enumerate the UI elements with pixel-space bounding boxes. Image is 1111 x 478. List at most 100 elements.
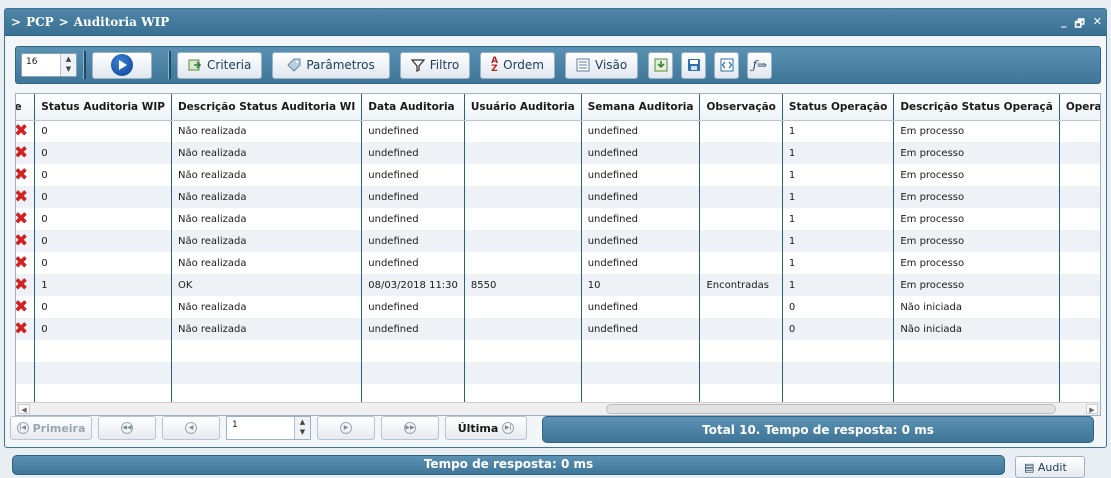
- table-cell: 10: [581, 274, 701, 296]
- delete-icon[interactable]: ✖: [16, 230, 36, 252]
- rewind-button[interactable]: ◀◀: [98, 416, 156, 440]
- page-size-stepper[interactable]: 16 ▲ ▼: [21, 53, 77, 77]
- column-header[interactable]: Usuário Auditoria: [464, 94, 582, 121]
- visao-button[interactable]: Visão: [565, 51, 639, 79]
- code-button[interactable]: [714, 51, 740, 79]
- table-row[interactable]: ✖ 0 Não realizada undefined undefined 1 Em pro…: [16, 186, 1100, 208]
- scroll-thumb[interactable]: [606, 404, 1056, 414]
- column-header[interactable]: Descrição Status Auditoria WI: [171, 94, 363, 121]
- column-header[interactable]: Status Auditoria WIP: [34, 94, 172, 121]
- audit-button[interactable]: ▤ Audit: [1015, 456, 1085, 478]
- table-cell: [1059, 318, 1100, 340]
- table-cell: Em processo: [893, 230, 1060, 252]
- last-page-button[interactable]: Última ▶|: [445, 416, 527, 440]
- first-page-button[interactable]: |◀ Primeira: [10, 416, 92, 440]
- table-cell: 0: [34, 318, 172, 340]
- column-header[interactable]: nte: [16, 94, 36, 121]
- table-cell: 0: [34, 164, 172, 186]
- function-button[interactable]: ƒ⇒: [747, 51, 773, 79]
- scroll-left-icon[interactable]: ◀: [18, 404, 30, 414]
- close-icon[interactable]: ✕: [1093, 15, 1102, 34]
- delete-icon[interactable]: ✖: [16, 274, 36, 296]
- table-cell: [699, 230, 783, 252]
- criteria-button[interactable]: Criteria: [177, 51, 263, 79]
- table-cell: [464, 230, 582, 252]
- table-row[interactable]: ✖ 0 Não realizada undefined undefined 1 Em pro…: [16, 208, 1100, 230]
- table-row[interactable]: ✖ 0 Não realizada undefined undefined 1 Em pro…: [16, 142, 1100, 164]
- table-row[interactable]: ✖ 0 Não realizada undefined undefined 1 Em pro…: [16, 252, 1100, 274]
- table-cell: [464, 252, 582, 274]
- table-cell: Não realizada: [171, 142, 363, 164]
- table-cell: [361, 362, 465, 384]
- table-cell: 1: [782, 142, 895, 164]
- rewind-icon: ◀◀: [121, 422, 133, 434]
- table-cell: undefined: [581, 142, 701, 164]
- minimize-icon[interactable]: _: [1061, 15, 1067, 34]
- table-row[interactable]: ✖ 0 Não realizada undefined undefined 0 Não in…: [16, 318, 1100, 340]
- export-button[interactable]: [648, 51, 674, 79]
- table-row[interactable]: ✖ 1 OK 08/03/2018 11:30 8550 10 Encontradas 1 Em…: [16, 274, 1100, 296]
- table-cell: Não realizada: [171, 120, 363, 142]
- scroll-right-icon[interactable]: ▶: [1086, 404, 1098, 414]
- prev-page-button[interactable]: ◀: [162, 416, 220, 440]
- stepper-arrows-icon[interactable]: ▲ ▼: [60, 54, 76, 76]
- ordem-button[interactable]: AZ Ordem: [480, 51, 555, 79]
- table-cell: [464, 296, 582, 318]
- column-header[interactable]: Data Auditoria: [361, 94, 465, 121]
- table-cell: Não realizada: [171, 208, 363, 230]
- delete-icon[interactable]: ✖: [16, 208, 36, 230]
- breadcrumb-pcp[interactable]: PCP: [26, 15, 54, 29]
- table-row[interactable]: ✖ 0 Não realizada undefined undefined 1 Em pro…: [16, 230, 1100, 252]
- table-cell: [16, 340, 36, 362]
- restore-icon[interactable]: 🗗: [1074, 15, 1084, 34]
- column-header[interactable]: Status Operação: [782, 94, 895, 121]
- page-number-input[interactable]: 1 ▲ ▼: [226, 416, 311, 440]
- filter-icon: [410, 59, 425, 72]
- delete-icon[interactable]: ✖: [16, 164, 36, 186]
- table-cell: [171, 340, 363, 362]
- table-cell: Encontradas: [699, 274, 783, 296]
- table-cell: 0: [34, 252, 172, 274]
- fast-forward-button[interactable]: ▶▶: [381, 416, 439, 440]
- table-cell: undefined: [581, 252, 701, 274]
- table-row[interactable]: [16, 340, 1100, 362]
- table-cell: Em processo: [893, 164, 1060, 186]
- table-row[interactable]: ✖ 0 Não realizada undefined undefined 1 Em pro…: [16, 120, 1100, 142]
- table-cell: undefined: [581, 186, 701, 208]
- delete-icon[interactable]: ✖: [16, 142, 36, 164]
- table-cell: [1059, 274, 1100, 296]
- column-header[interactable]: Observação: [699, 94, 783, 121]
- save-button[interactable]: [681, 51, 707, 79]
- table-cell: undefined: [361, 186, 465, 208]
- column-header[interactable]: Opera: [1059, 94, 1100, 121]
- run-button[interactable]: [92, 51, 152, 79]
- table-cell: [1059, 120, 1100, 142]
- table-cell: undefined: [361, 230, 465, 252]
- parametros-button[interactable]: Parâmetros: [272, 51, 390, 79]
- table-cell: [171, 362, 363, 384]
- table-row[interactable]: ✖ 0 Não realizada undefined undefined 0 Não in…: [16, 296, 1100, 318]
- audit-grid: nteStatus Auditoria WIPDescrição Status …: [15, 93, 1101, 416]
- table-row[interactable]: ✖ 0 Não realizada undefined undefined 1 Em pro…: [16, 164, 1100, 186]
- horizontal-scrollbar[interactable]: ◀ ▶: [16, 402, 1100, 415]
- delete-icon[interactable]: ✖: [16, 186, 36, 208]
- page-number-value: 1: [232, 420, 238, 430]
- table-cell: [699, 318, 783, 340]
- toolbar-divider: [83, 51, 86, 79]
- delete-icon[interactable]: ✖: [16, 120, 36, 142]
- delete-icon[interactable]: ✖: [16, 252, 36, 274]
- column-header[interactable]: Semana Auditoria: [581, 94, 701, 121]
- table-row[interactable]: [16, 362, 1100, 384]
- table-cell: undefined: [361, 120, 465, 142]
- filtro-button[interactable]: Filtro: [399, 51, 471, 79]
- criteria-icon: [188, 59, 202, 71]
- delete-icon[interactable]: ✖: [16, 318, 36, 340]
- table-cell: Em processo: [893, 120, 1060, 142]
- page-stepper-arrows-icon[interactable]: ▲ ▼: [294, 417, 310, 439]
- column-header[interactable]: Descrição Status Operaçã: [893, 94, 1060, 121]
- window-titlebar: > PCP > Auditoria WIP _ 🗗 ✕: [5, 9, 1106, 36]
- delete-icon[interactable]: ✖: [16, 296, 36, 318]
- table-cell: [699, 120, 783, 142]
- table-cell: undefined: [361, 296, 465, 318]
- next-page-button[interactable]: ▶: [317, 416, 375, 440]
